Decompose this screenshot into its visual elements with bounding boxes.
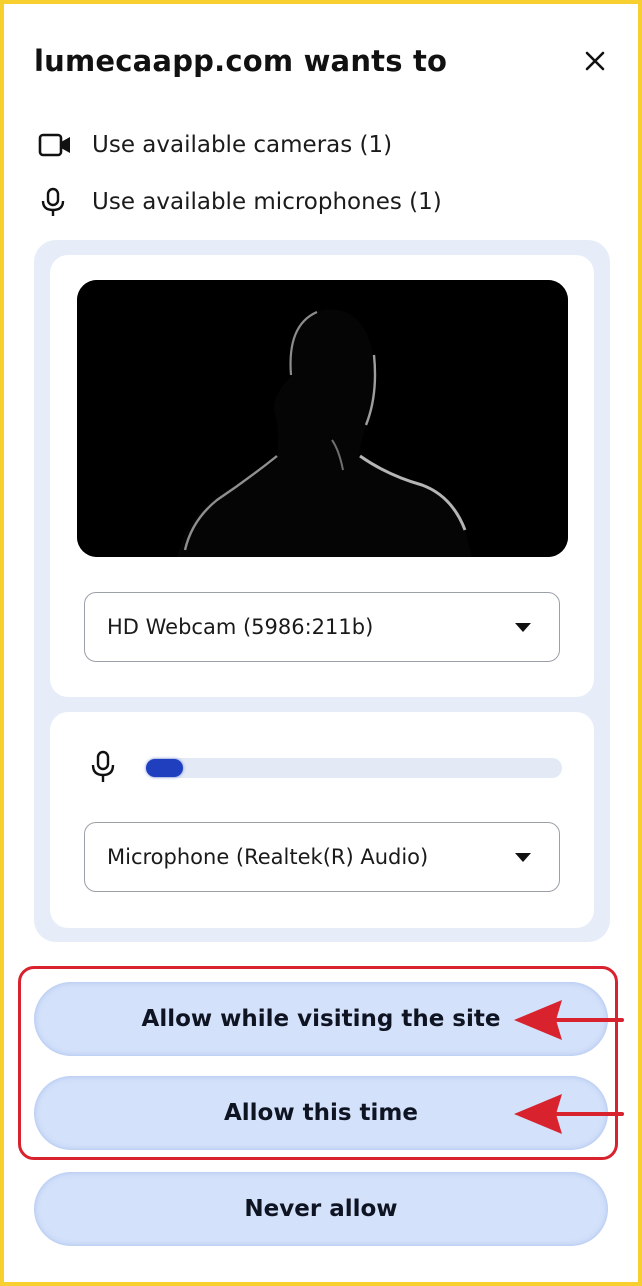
microphone-select-value: Microphone (Realtek(R) Audio) xyxy=(107,845,429,869)
microphone-card xyxy=(50,712,594,928)
permission-microphone-label: Use available microphones (1) xyxy=(92,189,442,215)
annotation-arrow-icon xyxy=(514,1094,624,1134)
camera-icon xyxy=(38,130,74,160)
camera-preview xyxy=(77,280,568,557)
microphone-select[interactable]: Microphone (Realtek(R) Audio) xyxy=(84,822,560,892)
dialog-title: lumecaapp.com wants to xyxy=(34,44,448,78)
microphone-level-icon xyxy=(88,750,118,784)
annotation-arrow-icon xyxy=(514,1000,624,1040)
close-icon xyxy=(585,51,605,71)
camera-select-value: HD Webcam (5986:211b) xyxy=(107,615,374,639)
camera-select[interactable]: HD Webcam (5986:211b) xyxy=(84,592,560,662)
chevron-down-icon xyxy=(515,853,531,862)
microphone-icon xyxy=(38,187,74,217)
chevron-down-icon xyxy=(515,623,531,632)
permission-microphone: Use available microphones (1) xyxy=(38,185,442,219)
microphone-level-fill xyxy=(146,759,183,777)
permission-camera: Use available cameras (1) xyxy=(38,128,392,162)
never-allow-button[interactable]: Never allow xyxy=(34,1172,608,1246)
permission-camera-label: Use available cameras (1) xyxy=(92,132,393,158)
close-button[interactable] xyxy=(578,44,612,78)
microphone-level-meter xyxy=(146,758,562,778)
